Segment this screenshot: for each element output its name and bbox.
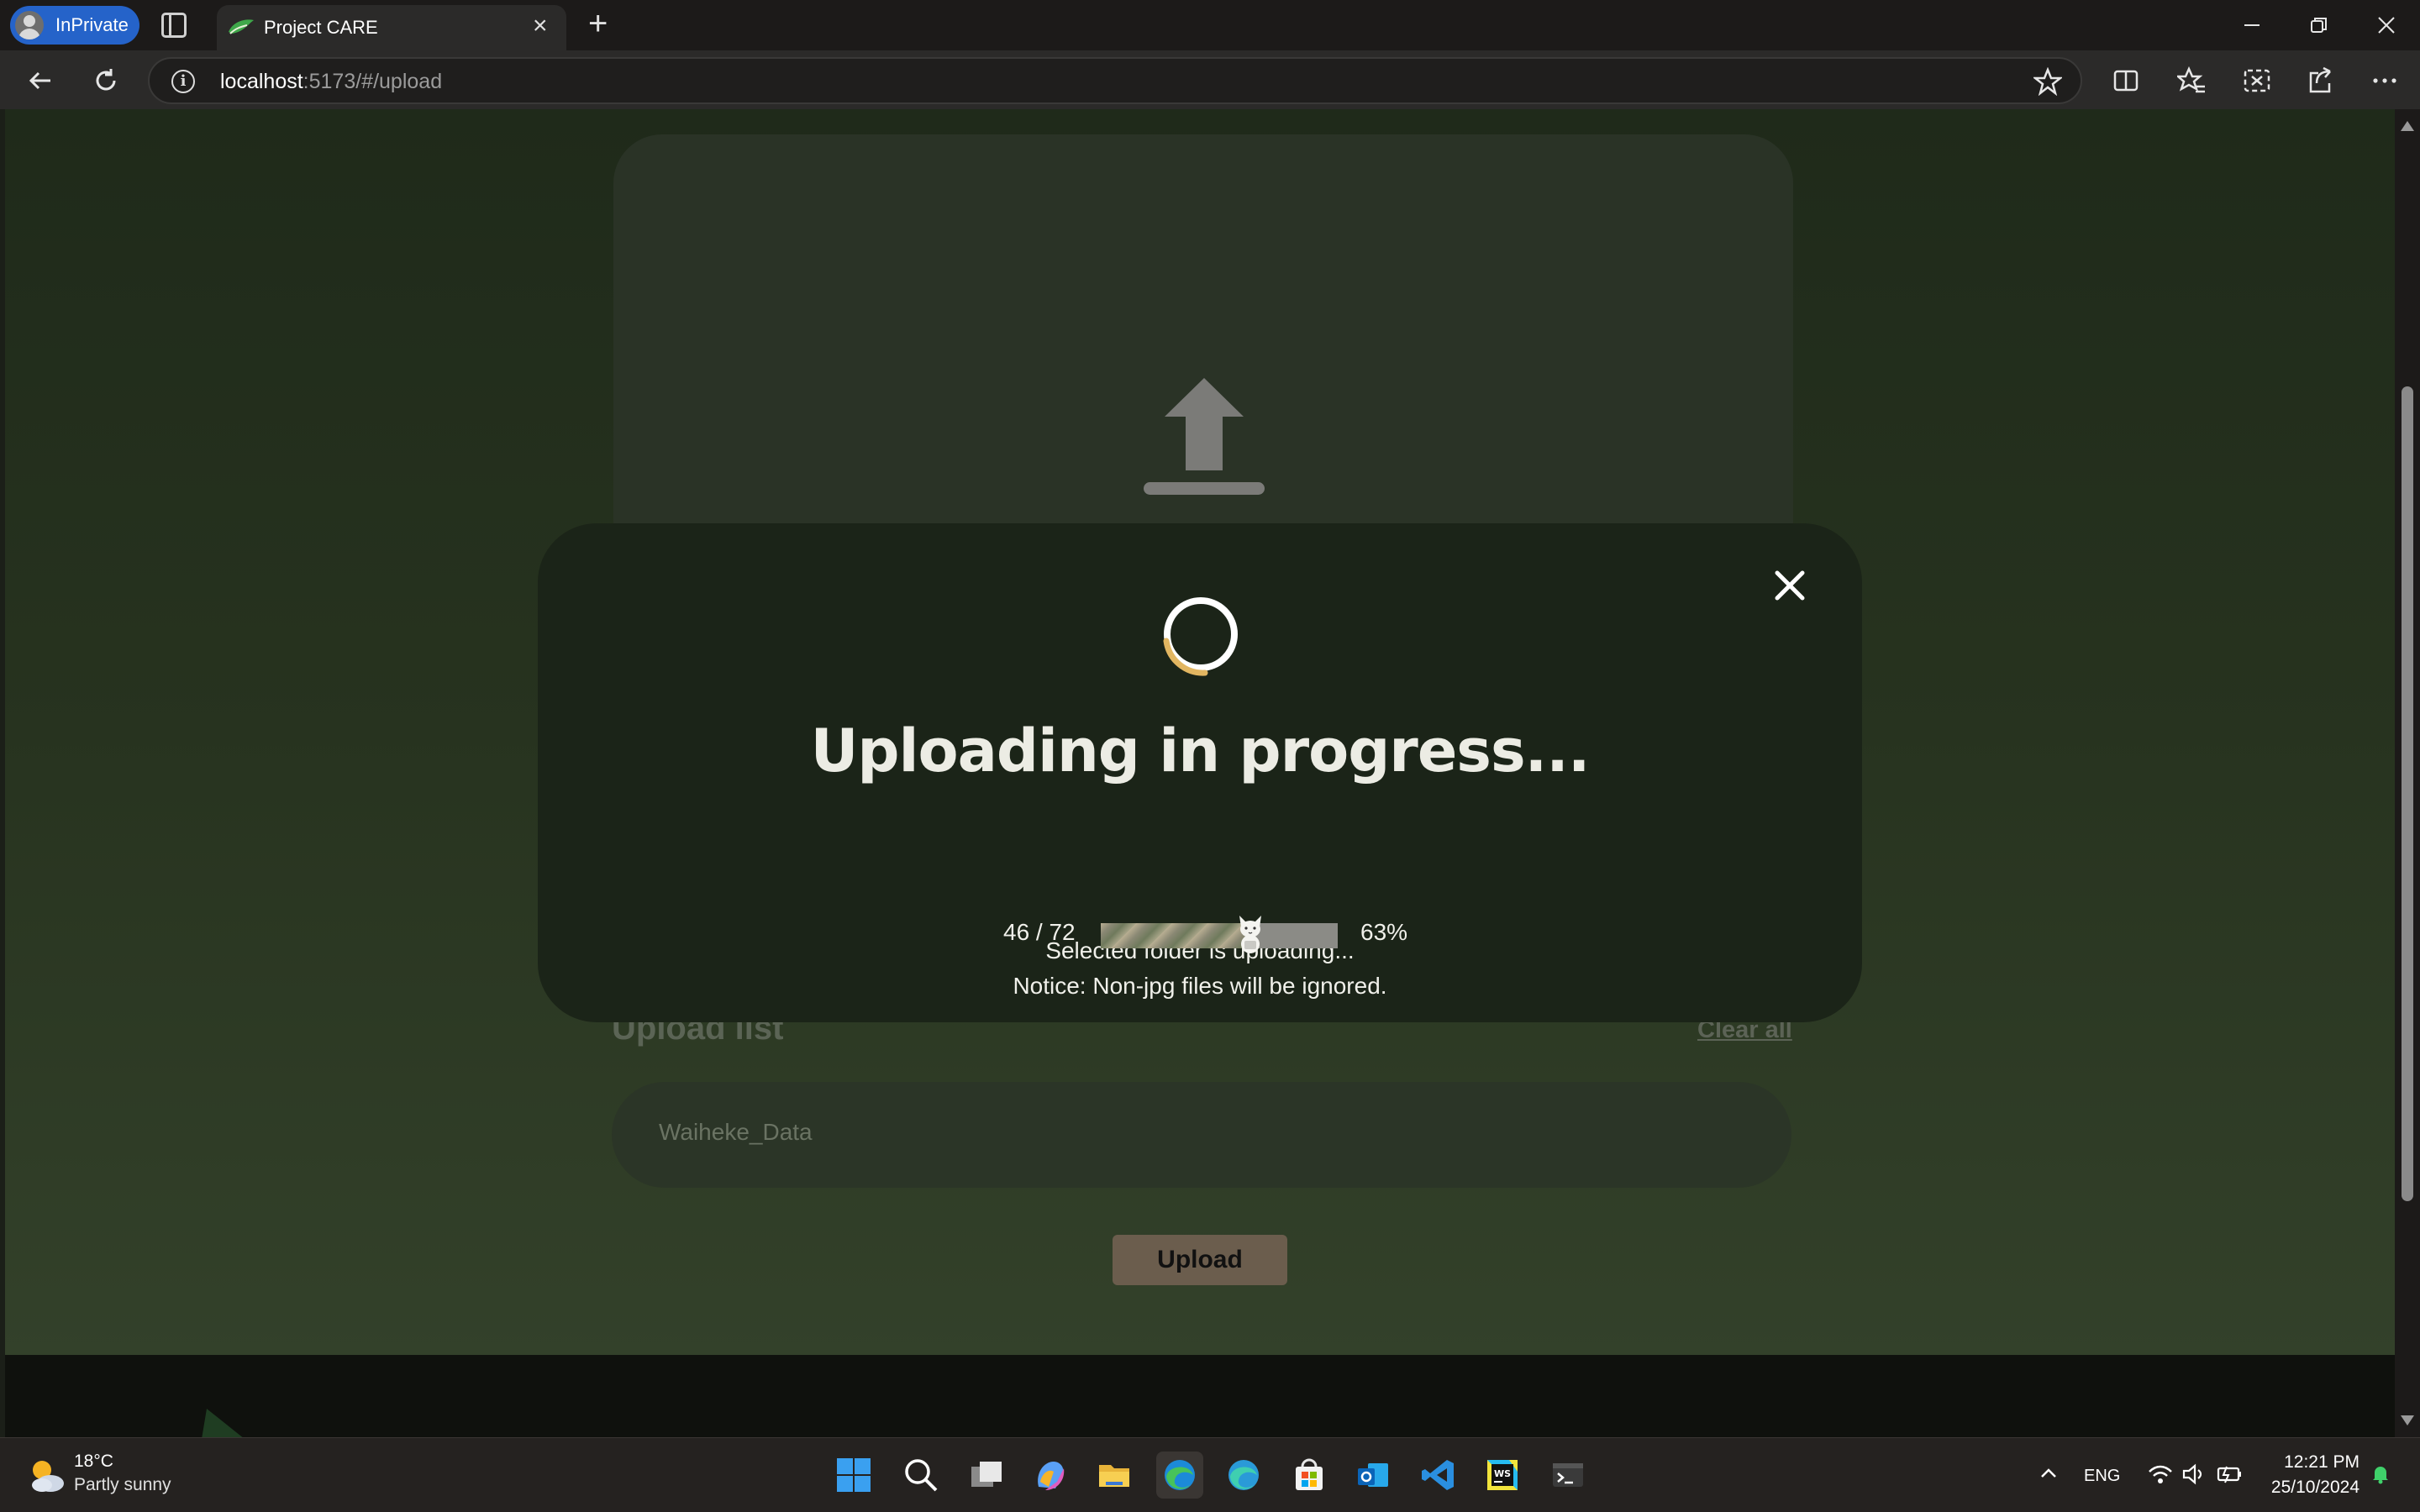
page-footer — [5, 1355, 2395, 1437]
tab-project-care[interactable]: Project CARE × — [217, 5, 566, 50]
start-icon[interactable] — [830, 1452, 877, 1499]
clock[interactable]: 12:21 PM 25/10/2024 — [2271, 1450, 2360, 1500]
svg-text:WS: WS — [1494, 1468, 1511, 1479]
weather-temp: 18°C — [74, 1452, 113, 1471]
new-tab-icon[interactable]: + — [588, 5, 608, 43]
partly-sunny-icon — [32, 1461, 64, 1492]
volume-icon[interactable] — [2181, 1463, 2207, 1490]
favorites-icon[interactable] — [2173, 62, 2210, 99]
upload-arrow-icon — [1144, 378, 1265, 495]
split-screen-icon[interactable] — [2107, 62, 2144, 99]
inprivate-profile-button[interactable]: InPrivate — [10, 6, 139, 45]
scroll-down-icon[interactable] — [2401, 1415, 2414, 1425]
vscode-icon[interactable] — [1415, 1452, 1462, 1499]
scrollbar-thumb[interactable] — [2402, 386, 2413, 1201]
leaf-decoration-icon — [202, 1409, 243, 1437]
folder-drop-zone[interactable] — [613, 134, 1793, 571]
list-item-name: Waiheke_Data — [659, 1119, 813, 1145]
clock-time: 12:21 PM — [2284, 1452, 2360, 1472]
task-view-icon[interactable] — [963, 1452, 1010, 1499]
dialog-title: Uploading in progress... — [810, 717, 1591, 785]
browser-tabstrip: InPrivate Project CARE × + — [0, 0, 2420, 50]
page-scrollbar[interactable] — [2395, 109, 2420, 1437]
close-icon[interactable] — [1773, 569, 1807, 602]
clock-date: 25/10/2024 — [2270, 1478, 2360, 1497]
minimize-icon[interactable] — [2218, 0, 2286, 50]
tray-overflow-icon[interactable] — [2039, 1463, 2059, 1488]
upload-progress-bar — [1101, 923, 1338, 948]
edge-beta-icon[interactable] — [1220, 1452, 1267, 1499]
favorite-star-icon[interactable] — [2032, 66, 2064, 100]
inprivate-label: InPrivate — [55, 14, 129, 35]
project-care-favicon-icon — [229, 19, 254, 34]
tab-actions-icon[interactable] — [161, 13, 187, 38]
list-item: Waiheke_Data — [612, 1082, 1791, 1188]
screenshot-icon[interactable] — [2238, 62, 2275, 99]
file-explorer-icon[interactable] — [1091, 1452, 1138, 1499]
outlook-icon[interactable] — [1349, 1452, 1397, 1499]
progress-fill — [1101, 923, 1250, 948]
url-text[interactable]: localhost:5173/#/upload — [220, 70, 442, 94]
loading-spinner-icon — [1163, 597, 1238, 676]
weather-desc: Partly sunny — [74, 1475, 171, 1494]
site-info-icon[interactable]: i — [171, 70, 195, 93]
more-menu-icon[interactable] — [2366, 62, 2403, 99]
edge-icon[interactable] — [1156, 1452, 1203, 1499]
upload-count: 46 / 72 — [1003, 919, 1076, 945]
back-icon[interactable] — [22, 62, 59, 99]
scroll-up-icon[interactable] — [2401, 121, 2414, 131]
copilot-icon[interactable] — [1027, 1452, 1074, 1499]
store-icon[interactable] — [1286, 1452, 1333, 1499]
restore-icon[interactable] — [2286, 0, 2353, 50]
windows-taskbar: 18°C Partly sunny WS ENG 12:21 PM 25/10/… — [0, 1437, 2420, 1512]
search-icon[interactable] — [897, 1452, 944, 1499]
language-indicator[interactable]: ENG — [2084, 1467, 2120, 1486]
profile-avatar-icon — [15, 11, 44, 39]
webstorm-icon[interactable]: WS — [1479, 1452, 1526, 1499]
address-bar[interactable]: i localhost:5173/#/upload — [148, 57, 2082, 104]
upload-button[interactable]: Upload — [1113, 1235, 1287, 1285]
upload-percent: 63% — [1360, 919, 1408, 945]
battery-icon[interactable] — [2215, 1463, 2244, 1490]
notification-bell-icon[interactable] — [2370, 1463, 2391, 1490]
upload-page: Upload list Clear all Waiheke_Data Uploa… — [5, 109, 2395, 1355]
close-window-icon[interactable] — [2353, 0, 2420, 50]
wifi-icon[interactable] — [2148, 1463, 2173, 1490]
tab-title: Project CARE — [264, 17, 378, 38]
share-icon[interactable] — [2302, 62, 2339, 99]
progress-cat-icon — [1239, 916, 1261, 953]
dialog-notice: Notice: Non-jpg files will be ignored. — [1013, 973, 1387, 999]
refresh-icon[interactable] — [87, 62, 124, 99]
tab-close-icon[interactable]: × — [533, 13, 548, 39]
terminal-icon[interactable] — [1544, 1452, 1591, 1499]
browser-toolbar: i localhost:5173/#/upload — [0, 50, 2420, 109]
